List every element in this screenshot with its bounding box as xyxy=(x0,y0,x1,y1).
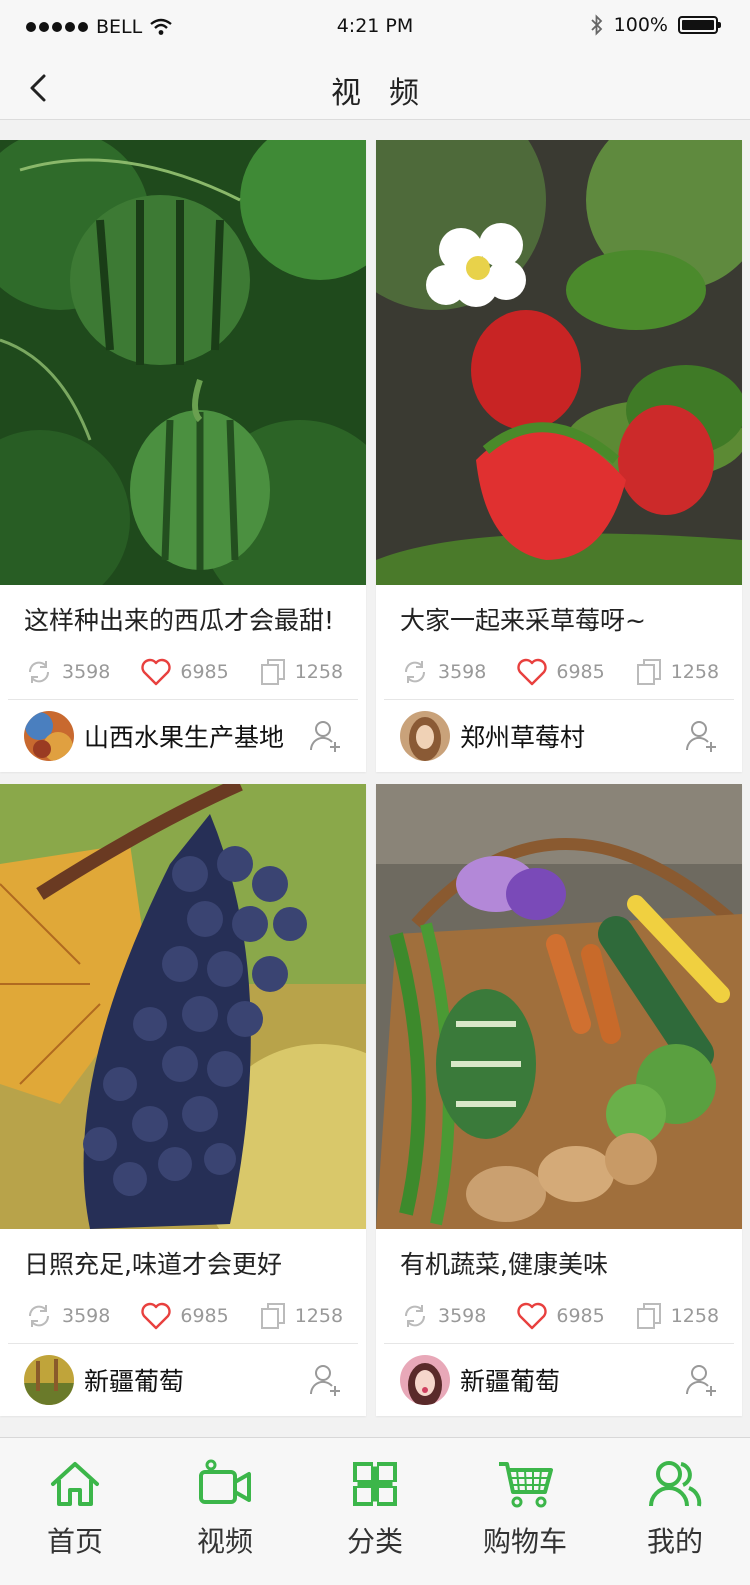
repost-count[interactable]: 3598 xyxy=(24,1301,110,1331)
grapes-photo xyxy=(0,784,366,1229)
repost-icon xyxy=(404,661,426,683)
like-count[interactable]: 6985 xyxy=(140,658,229,686)
add-user-icon xyxy=(309,1365,340,1396)
repost-count[interactable]: 3598 xyxy=(400,1301,486,1331)
tab-me[interactable]: 我的 xyxy=(600,1438,750,1585)
video-title: 有机蔬菜,健康美味 xyxy=(400,1250,608,1279)
tab-bar: 首页 视频 分类 购物车 我的 xyxy=(0,1437,750,1585)
author-name[interactable]: 郑州草莓村 xyxy=(460,718,684,754)
video-thumbnail[interactable] xyxy=(0,140,366,585)
tab-label: 我的 xyxy=(646,1525,703,1558)
strawberry-photo xyxy=(376,140,742,585)
video-title: 日照充足,味道才会更好 xyxy=(24,1250,282,1279)
copy-icon xyxy=(636,1303,661,1329)
nav-bar: 视频 xyxy=(0,56,750,120)
tab-label: 购物车 xyxy=(482,1525,567,1558)
like-count[interactable]: 6985 xyxy=(516,658,605,686)
video-card[interactable]: 有机蔬菜,健康美味 3598 6985 1258 新疆葡萄 xyxy=(376,784,742,1416)
repost-icon xyxy=(28,1305,50,1327)
tab-cart[interactable]: 购物车 xyxy=(450,1438,600,1585)
repost-icon xyxy=(404,1305,426,1327)
video-thumbnail[interactable] xyxy=(376,140,742,585)
avatar[interactable] xyxy=(400,711,450,761)
home-icon xyxy=(51,1462,99,1506)
tab-category[interactable]: 分类 xyxy=(300,1438,450,1585)
tab-label: 首页 xyxy=(46,1525,103,1558)
heart-icon xyxy=(517,1302,548,1330)
avatar[interactable] xyxy=(24,711,74,761)
tab-label: 分类 xyxy=(346,1525,403,1558)
copy-count[interactable]: 1258 xyxy=(259,1301,343,1331)
copy-count[interactable]: 1258 xyxy=(259,657,343,687)
like-count[interactable]: 6985 xyxy=(140,1302,229,1330)
battery-percent: 100% xyxy=(613,14,668,36)
video-card[interactable]: 大家一起来采草莓呀~ 3598 6985 1258 郑州草莓村 xyxy=(376,140,742,772)
status-right: 100% xyxy=(590,14,721,36)
repost-icon xyxy=(28,661,50,683)
video-camera-icon xyxy=(199,1459,251,1504)
copy-icon xyxy=(260,659,285,685)
heart-icon xyxy=(141,658,172,686)
video-card[interactable]: 日照充足,味道才会更好 3598 6985 1258 新疆葡萄 xyxy=(0,784,366,1416)
follow-button[interactable] xyxy=(684,718,720,754)
copy-count[interactable]: 1258 xyxy=(635,1301,719,1331)
vegetable-basket-photo xyxy=(376,784,742,1229)
video-card[interactable]: 这样种出来的西瓜才会最甜! 3598 6985 1258 山西水果生产基地 xyxy=(0,140,366,772)
video-stats: 3598 6985 1258 xyxy=(384,1289,734,1344)
bluetooth-icon xyxy=(591,14,602,36)
user-icon xyxy=(649,1461,702,1507)
author-name[interactable]: 新疆葡萄 xyxy=(460,1362,684,1398)
video-title: 大家一起来采草莓呀~ xyxy=(400,606,646,635)
copy-icon xyxy=(636,659,661,685)
video-stats: 3598 6985 1258 xyxy=(384,645,734,700)
heart-icon xyxy=(517,658,548,686)
video-stats: 3598 6985 1258 xyxy=(8,645,358,700)
avatar[interactable] xyxy=(24,1355,74,1405)
repost-count[interactable]: 3598 xyxy=(24,657,110,687)
category-icon xyxy=(352,1461,398,1507)
battery-icon xyxy=(678,16,721,34)
copy-icon xyxy=(260,1303,285,1329)
author-row[interactable]: 郑州草莓村 xyxy=(376,700,742,772)
tab-video[interactable]: 视频 xyxy=(150,1438,300,1585)
author-row[interactable]: 山西水果生产基地 xyxy=(0,700,366,772)
author-name[interactable]: 新疆葡萄 xyxy=(84,1362,308,1398)
watermelon-photo xyxy=(0,140,366,585)
like-count[interactable]: 6985 xyxy=(516,1302,605,1330)
author-row[interactable]: 新疆葡萄 xyxy=(376,1344,742,1416)
follow-button[interactable] xyxy=(308,718,344,754)
tab-home[interactable]: 首页 xyxy=(0,1438,150,1585)
author-row[interactable]: 新疆葡萄 xyxy=(0,1344,366,1416)
add-user-icon xyxy=(309,721,340,752)
video-thumbnail[interactable] xyxy=(0,784,366,1229)
author-name[interactable]: 山西水果生产基地 xyxy=(84,718,308,754)
cart-icon xyxy=(499,1462,553,1508)
video-thumbnail[interactable] xyxy=(376,784,742,1229)
add-user-icon xyxy=(685,1365,716,1396)
status-bar: BELL 4:21 PM 100% xyxy=(0,0,750,56)
video-title: 这样种出来的西瓜才会最甜! xyxy=(24,606,335,635)
repost-count[interactable]: 3598 xyxy=(400,657,486,687)
tab-label: 视频 xyxy=(196,1525,253,1558)
copy-count[interactable]: 1258 xyxy=(635,657,719,687)
heart-icon xyxy=(141,1302,172,1330)
page-title: 视频 xyxy=(331,76,447,111)
follow-button[interactable] xyxy=(308,1362,344,1398)
add-user-icon xyxy=(685,721,716,752)
follow-button[interactable] xyxy=(684,1362,720,1398)
avatar[interactable] xyxy=(400,1355,450,1405)
video-stats: 3598 6985 1258 xyxy=(8,1289,358,1344)
